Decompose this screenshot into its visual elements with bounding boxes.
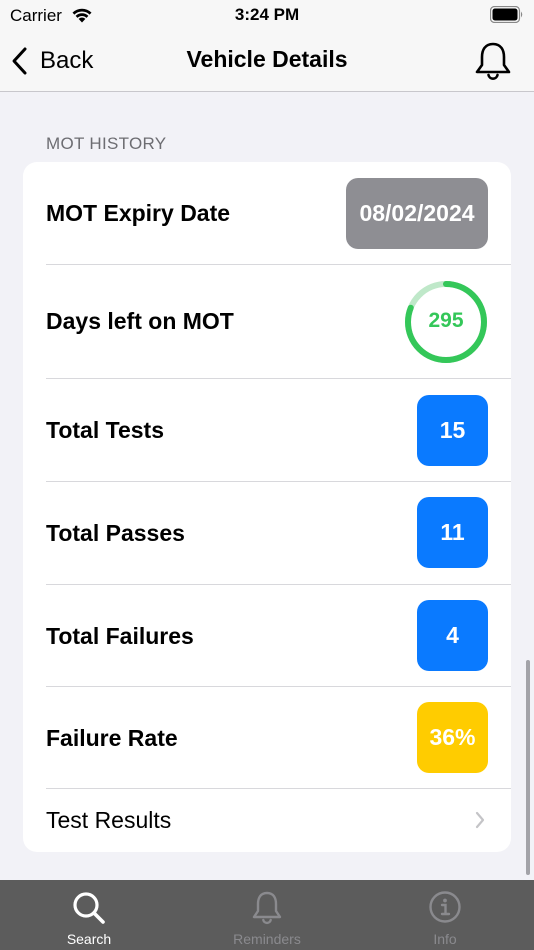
scroll-indicator[interactable] xyxy=(526,660,530,875)
tab-label-search: Search xyxy=(66,931,112,947)
section-header: MOT HISTORY xyxy=(46,134,167,153)
row-test-results[interactable]: Test Results xyxy=(23,789,511,852)
mot-expiry-label: MOT Expiry Date xyxy=(46,200,231,226)
battery-icon xyxy=(490,6,523,23)
tab-search[interactable]: Search xyxy=(0,880,178,950)
navigation-bar: Back Vehicle Details xyxy=(0,30,534,92)
info-circle-icon xyxy=(429,891,461,923)
chevron-right-icon xyxy=(475,811,485,829)
total-passes-value: 11 xyxy=(417,497,488,568)
days-left-label: Days left on MOT xyxy=(46,308,234,334)
tab-info[interactable]: Info xyxy=(356,880,534,950)
back-button[interactable]: Back xyxy=(10,44,93,78)
magnifier-icon xyxy=(73,892,105,924)
failure-rate-label: Failure Rate xyxy=(46,725,178,751)
notification-bell-button[interactable] xyxy=(472,40,514,82)
row-total-tests: Total Tests 15 xyxy=(23,379,511,481)
bell-icon xyxy=(252,891,282,925)
row-total-failures: Total Failures 4 xyxy=(23,585,511,687)
total-passes-label: Total Passes xyxy=(46,520,185,546)
tab-bar: Search Reminders Info xyxy=(0,880,534,950)
failure-rate-value: 36% xyxy=(417,702,488,773)
row-days-left: Days left on MOT 295 xyxy=(23,265,511,378)
tab-label-reminders: Reminders xyxy=(233,931,301,947)
tab-reminders[interactable]: Reminders xyxy=(178,880,356,950)
test-results-label: Test Results xyxy=(46,807,172,833)
status-bar: Carrier 3:24 PM xyxy=(0,0,534,30)
row-failure-rate: Failure Rate 36% xyxy=(23,687,511,789)
mot-history-card: MOT Expiry Date 08/02/2024 Days left on … xyxy=(23,162,511,852)
back-label: Back xyxy=(40,47,94,74)
row-total-passes: Total Passes 11 xyxy=(23,482,511,584)
row-mot-expiry-date: MOT Expiry Date 08/02/2024 xyxy=(23,162,511,265)
total-tests-value: 15 xyxy=(417,395,488,466)
screen: Carrier 3:24 PM Back Vehicle Details MOT… xyxy=(0,0,534,950)
clock-time: 3:24 PM xyxy=(234,5,300,24)
total-failures-label: Total Failures xyxy=(46,623,194,649)
tab-label-info: Info xyxy=(433,931,457,947)
days-left-value: 295 xyxy=(428,309,464,332)
total-tests-label: Total Tests xyxy=(46,417,164,443)
mot-expiry-value: 08/02/2024 xyxy=(346,178,488,249)
total-failures-value: 4 xyxy=(417,600,488,671)
chevron-left-icon xyxy=(12,47,27,75)
